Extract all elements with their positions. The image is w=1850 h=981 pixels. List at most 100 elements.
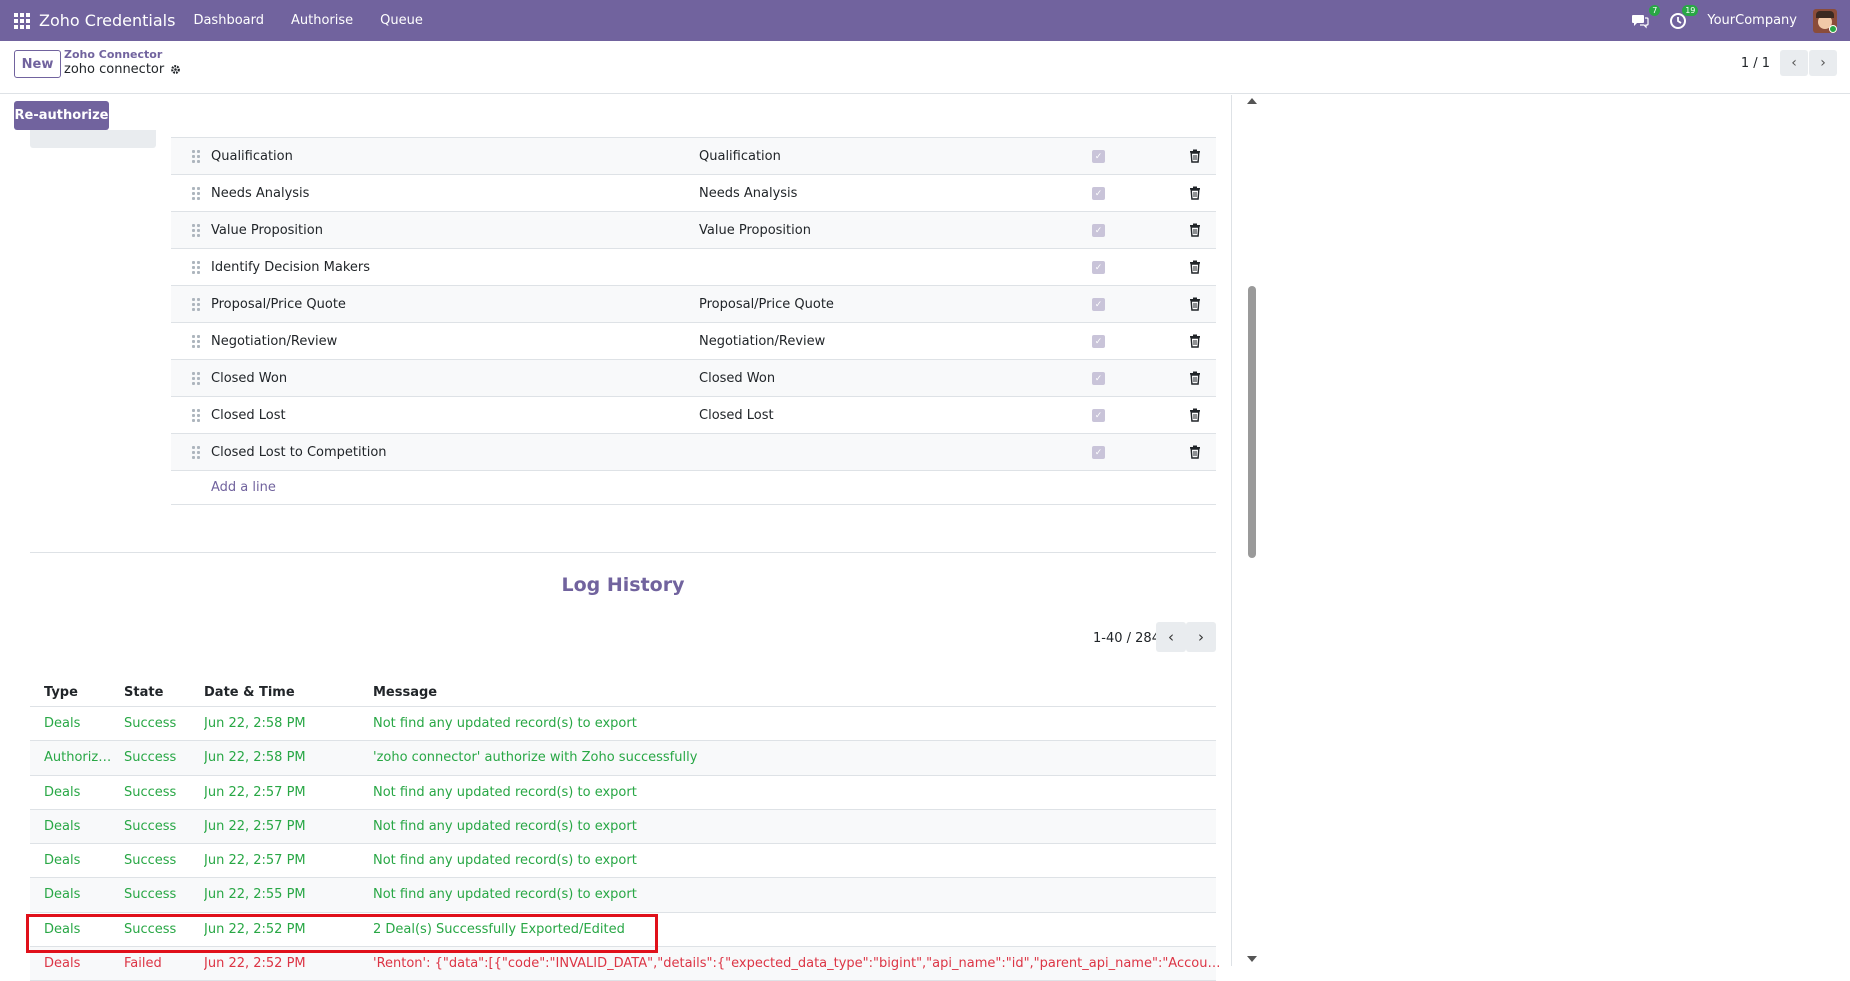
- drag-handle-icon[interactable]: [192, 446, 200, 459]
- odoo-stage-cell[interactable]: Closed Won: [699, 371, 775, 386]
- online-status-icon: [1829, 24, 1837, 33]
- stage-row[interactable]: Closed Lost Closed Lost ✓: [171, 396, 1216, 433]
- zoho-stage-cell[interactable]: Needs Analysis: [211, 186, 309, 201]
- breadcrumb-current: zoho connector: [64, 62, 181, 77]
- menu-authorise[interactable]: Authorise: [291, 13, 353, 28]
- log-message-cell: Not find any updated record(s) to export: [373, 887, 637, 903]
- form-scrollbar[interactable]: [1247, 95, 1257, 966]
- drag-handle-icon[interactable]: [192, 409, 200, 422]
- active-checkbox[interactable]: ✓: [1092, 446, 1105, 459]
- active-checkbox[interactable]: ✓: [1092, 224, 1105, 237]
- trash-icon[interactable]: [1189, 408, 1201, 422]
- active-checkbox[interactable]: ✓: [1092, 409, 1105, 422]
- log-row[interactable]: Deals Success Jun 22, 2:58 PM Not find any …: [30, 707, 1216, 742]
- log-type-cell: Deals: [44, 818, 81, 834]
- odoo-stage-cell[interactable]: Value Proposition: [699, 223, 811, 238]
- stage-row[interactable]: Identify Decision Makers ✓: [171, 248, 1216, 285]
- scroll-down-arrow-icon[interactable]: [1247, 956, 1257, 962]
- column-header-state[interactable]: State: [124, 685, 163, 700]
- stage-row[interactable]: Negotiation/Review Negotiation/Review ✓: [171, 322, 1216, 359]
- stage-row[interactable]: Closed Won Closed Won ✓: [171, 359, 1216, 396]
- chevron-left-icon: ‹: [1168, 628, 1174, 646]
- zoho-stage-cell[interactable]: Negotiation/Review: [211, 334, 337, 349]
- pager-next-button[interactable]: ›: [1809, 50, 1837, 76]
- log-row[interactable]: Deals Success Jun 22, 2:57 PM Not find any …: [30, 844, 1216, 879]
- trash-icon[interactable]: [1189, 223, 1201, 237]
- zoho-stage-cell[interactable]: Closed Lost: [211, 408, 286, 423]
- log-row[interactable]: Authoriza... Success Jun 22, 2:58 PM 'zoho …: [30, 741, 1216, 776]
- log-row[interactable]: Deals Success Jun 22, 2:55 PM Not find any …: [30, 878, 1216, 913]
- add-line-row: Add a line: [171, 470, 1216, 505]
- log-row[interactable]: Deals Success Jun 22, 2:57 PM Not find any …: [30, 809, 1216, 845]
- active-checkbox[interactable]: ✓: [1092, 372, 1105, 385]
- drag-handle-icon[interactable]: [192, 298, 200, 311]
- activities-button[interactable]: 19: [1669, 4, 1699, 30]
- log-pager-previous-button[interactable]: ‹: [1156, 622, 1186, 652]
- odoo-stage-cell[interactable]: Qualification: [699, 149, 781, 164]
- log-pager-next-button[interactable]: ›: [1186, 622, 1216, 652]
- odoo-stage-cell[interactable]: Proposal/Price Quote: [699, 297, 834, 312]
- active-checkbox[interactable]: ✓: [1092, 187, 1105, 200]
- odoo-stage-cell[interactable]: Closed Lost: [699, 408, 774, 423]
- log-message-cell: 'Renton': {"data":[{"code":"INVALID_DATA…: [373, 956, 1223, 972]
- scroll-up-arrow-icon[interactable]: [1247, 98, 1257, 104]
- stage-row[interactable]: Value Proposition Value Proposition ✓: [171, 211, 1216, 248]
- zoho-stage-cell[interactable]: Qualification: [211, 149, 293, 164]
- column-header-message[interactable]: Message: [373, 685, 1223, 700]
- log-date-cell: Jun 22, 2:57 PM: [204, 818, 306, 834]
- log-type-cell: Deals: [44, 887, 81, 903]
- log-pager[interactable]: 1-40 / 284: [1093, 631, 1160, 646]
- trash-icon[interactable]: [1189, 260, 1201, 274]
- drag-handle-icon[interactable]: [192, 150, 200, 163]
- activities-count-badge: 19: [1682, 4, 1699, 16]
- stage-row[interactable]: Needs Analysis Needs Analysis ✓: [171, 174, 1216, 211]
- gear-icon[interactable]: [170, 64, 181, 75]
- zoho-stage-cell[interactable]: Identify Decision Makers: [211, 260, 370, 275]
- trash-icon[interactable]: [1189, 297, 1201, 311]
- trash-icon[interactable]: [1189, 149, 1201, 163]
- zoho-stage-cell[interactable]: Value Proposition: [211, 223, 323, 238]
- pager-previous-button[interactable]: ‹: [1780, 50, 1808, 76]
- apps-menu-icon[interactable]: [14, 12, 30, 29]
- trash-icon[interactable]: [1189, 371, 1201, 385]
- column-header-date[interactable]: Date & Time: [204, 685, 295, 700]
- app-name[interactable]: Zoho Credentials: [39, 11, 175, 30]
- drag-handle-icon[interactable]: [192, 372, 200, 385]
- stage-row[interactable]: Qualification Qualification ✓: [171, 137, 1216, 174]
- zoho-stage-cell[interactable]: Closed Lost to Competition: [211, 445, 387, 460]
- stage-row[interactable]: Closed Lost to Competition ✓: [171, 433, 1216, 470]
- drag-handle-icon[interactable]: [192, 335, 200, 348]
- new-button[interactable]: New: [14, 50, 61, 78]
- menu-dashboard[interactable]: Dashboard: [193, 13, 264, 28]
- drag-handle-icon[interactable]: [192, 224, 200, 237]
- user-avatar[interactable]: [1813, 8, 1837, 33]
- menu-queue[interactable]: Queue: [380, 13, 423, 28]
- stage-row[interactable]: Proposal/Price Quote Proposal/Price Quote…: [171, 285, 1216, 322]
- notebook-tab[interactable]: [30, 130, 156, 148]
- record-name: zoho connector: [64, 62, 165, 77]
- active-checkbox[interactable]: ✓: [1092, 261, 1105, 274]
- add-line-link[interactable]: Add a line: [211, 480, 276, 495]
- messages-button[interactable]: 7: [1631, 4, 1661, 30]
- record-pager[interactable]: 1 / 1: [1741, 56, 1770, 71]
- drag-handle-icon[interactable]: [192, 261, 200, 274]
- log-type-cell: Authoriza...: [44, 750, 116, 766]
- active-checkbox[interactable]: ✓: [1092, 150, 1105, 163]
- trash-icon[interactable]: [1189, 186, 1201, 200]
- zoho-stage-cell[interactable]: Proposal/Price Quote: [211, 297, 346, 312]
- breadcrumb-parent[interactable]: Zoho Connector: [64, 48, 162, 61]
- company-switcher[interactable]: YourCompany: [1707, 13, 1797, 28]
- log-date-cell: Jun 22, 2:58 PM: [204, 750, 306, 766]
- zoho-stage-cell[interactable]: Closed Won: [211, 371, 287, 386]
- active-checkbox[interactable]: ✓: [1092, 335, 1105, 348]
- odoo-stage-cell[interactable]: Negotiation/Review: [699, 334, 825, 349]
- log-row[interactable]: Deals Success Jun 22, 2:57 PM Not find any …: [30, 776, 1216, 810]
- trash-icon[interactable]: [1189, 445, 1201, 459]
- drag-handle-icon[interactable]: [192, 187, 200, 200]
- trash-icon[interactable]: [1189, 334, 1201, 348]
- column-header-type[interactable]: Type: [44, 685, 116, 700]
- odoo-stage-cell[interactable]: Needs Analysis: [699, 186, 797, 201]
- reauthorize-button[interactable]: Re-authorize: [14, 101, 109, 130]
- scroll-thumb[interactable]: [1248, 286, 1256, 558]
- active-checkbox[interactable]: ✓: [1092, 298, 1105, 311]
